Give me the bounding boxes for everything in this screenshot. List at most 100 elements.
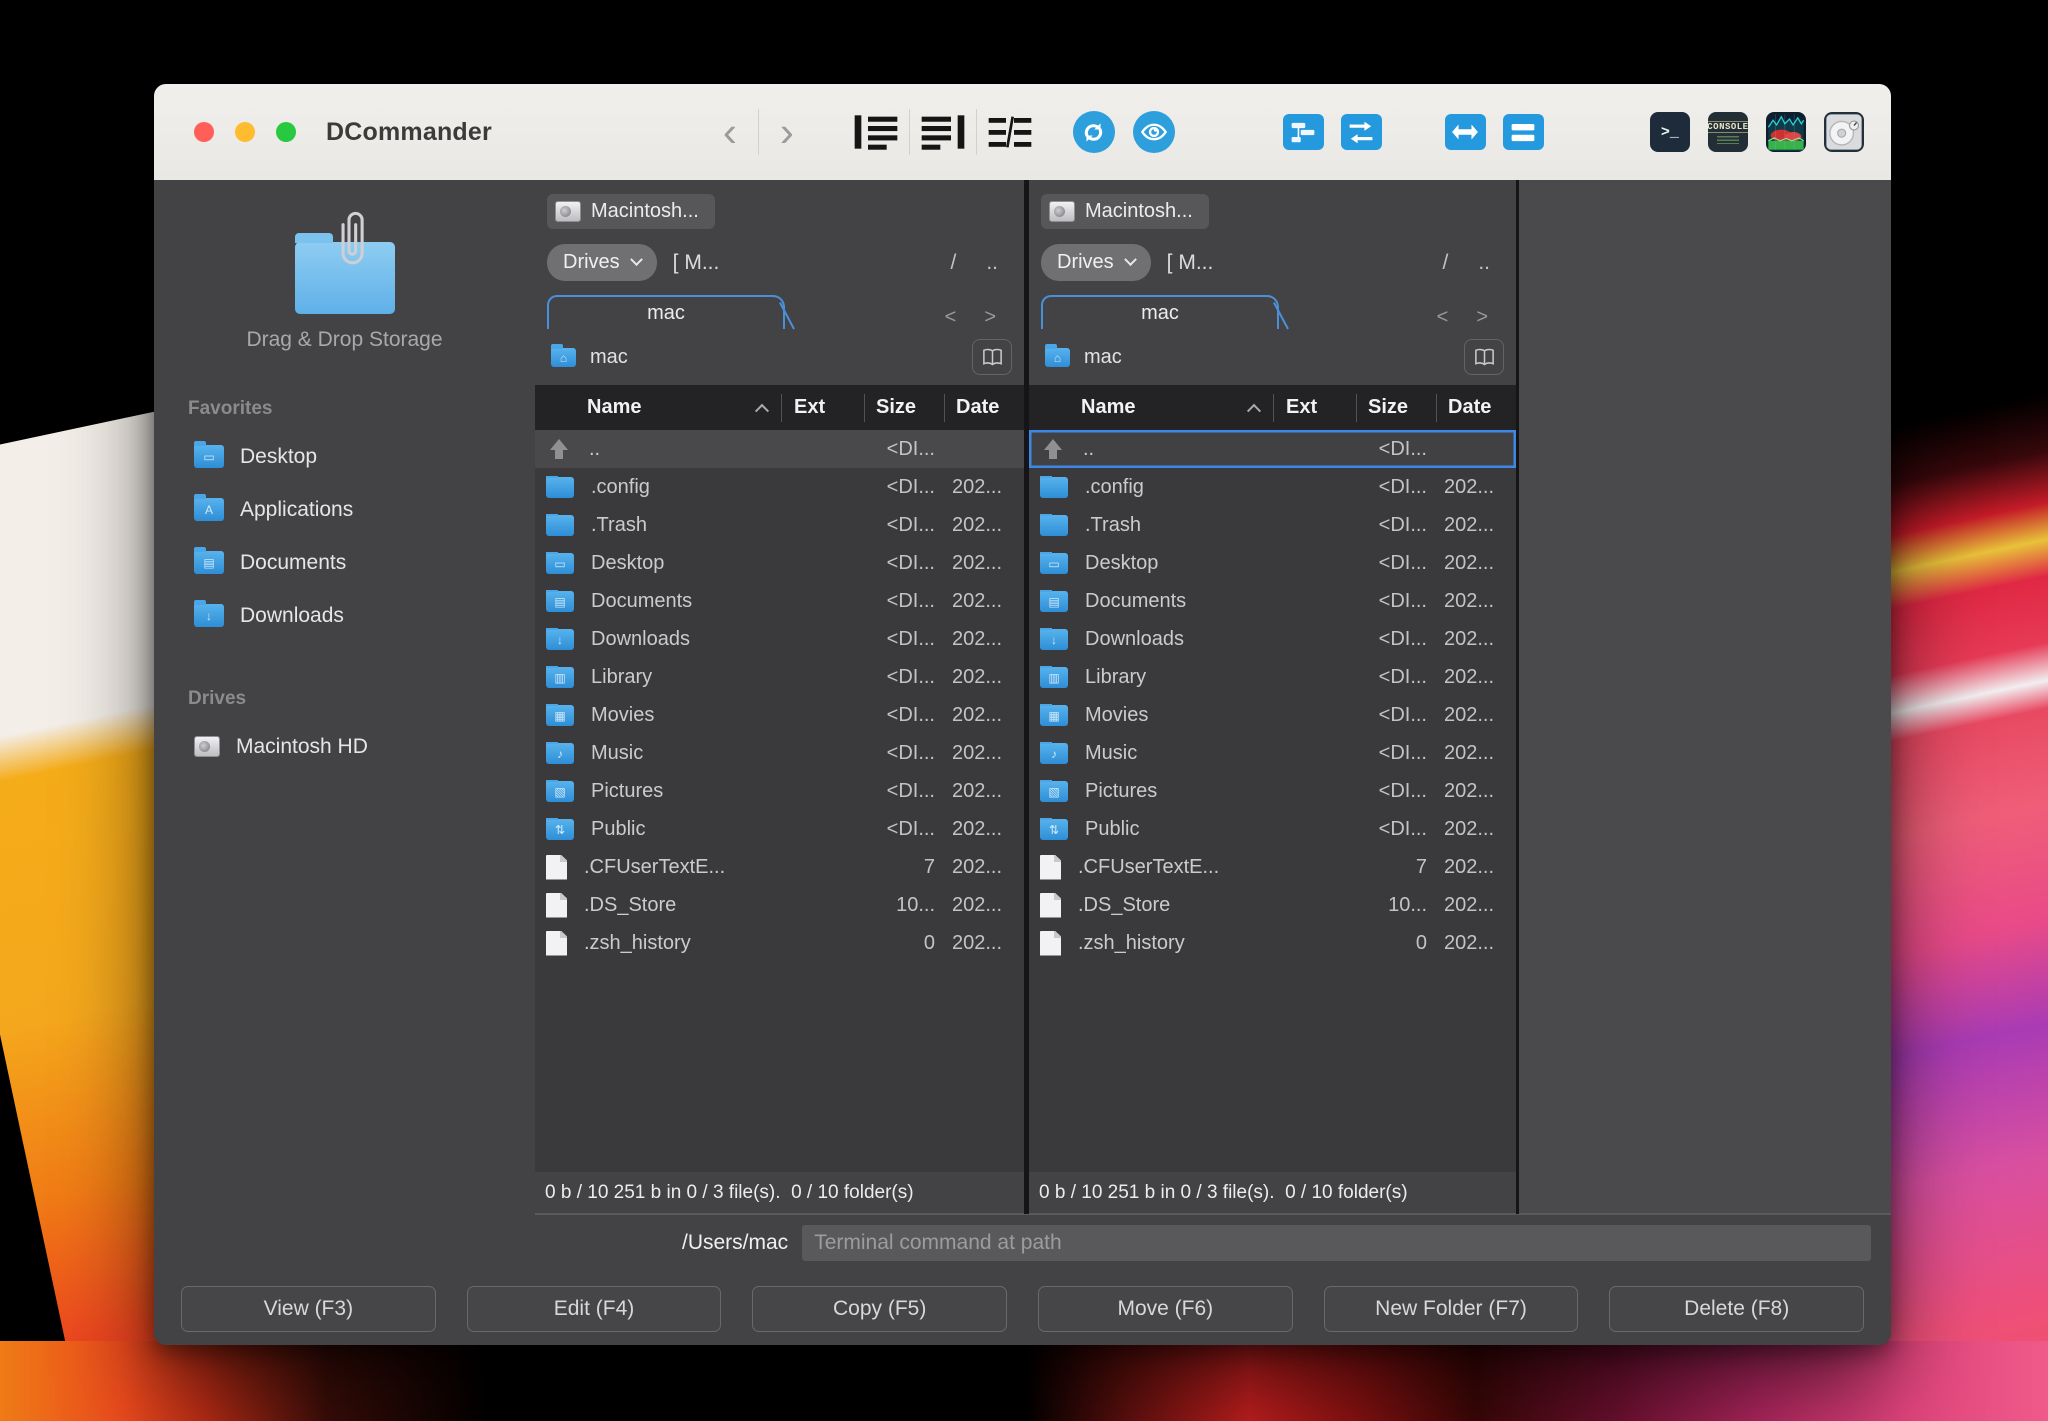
panel-left-up-button[interactable]: .. bbox=[986, 251, 998, 275]
table-row[interactable]: .zsh_history0202... bbox=[535, 924, 1024, 962]
panel-right-cell-name: ⇅Public bbox=[1029, 818, 1273, 841]
table-row[interactable]: .config<DI...202... bbox=[535, 468, 1024, 506]
table-row[interactable]: .DS_Store10...202... bbox=[535, 886, 1024, 924]
copy-f5-button[interactable]: Copy (F5) bbox=[752, 1286, 1007, 1332]
terminal-command-input[interactable] bbox=[802, 1225, 1871, 1261]
folder-icon bbox=[1040, 477, 1068, 498]
back-button[interactable]: ‹ bbox=[710, 106, 750, 158]
table-row[interactable]: ▧Pictures<DI...202... bbox=[1029, 772, 1516, 810]
panel-left-cell-name: ▧Pictures bbox=[535, 780, 781, 803]
table-row[interactable]: .zsh_history0202... bbox=[1029, 924, 1516, 962]
panel-right-column-header-date[interactable]: Date bbox=[1436, 394, 1516, 422]
brief-view-icon[interactable] bbox=[853, 114, 899, 150]
panel-left-cell-date: 202... bbox=[944, 780, 1024, 803]
refresh-icon[interactable] bbox=[1073, 111, 1115, 153]
table-row[interactable]: .DS_Store10...202... bbox=[1029, 886, 1516, 924]
view-f3-button[interactable]: View (F3) bbox=[181, 1286, 436, 1332]
panel-right-column-header-ext[interactable]: Ext bbox=[1273, 394, 1356, 422]
panel-left-bookmarks-button[interactable] bbox=[972, 339, 1012, 375]
panel-left-column-header-date[interactable]: Date bbox=[944, 394, 1024, 422]
panel-left-tab-mac[interactable]: mac bbox=[547, 295, 785, 329]
table-row[interactable]: .config<DI...202... bbox=[1029, 468, 1516, 506]
panel-right-column-header-name[interactable]: Name bbox=[1029, 394, 1273, 422]
table-row[interactable]: ↓Downloads<DI...202... bbox=[1029, 620, 1516, 658]
zoom-button[interactable] bbox=[276, 122, 296, 142]
panel-left-column-header-name[interactable]: Name bbox=[535, 394, 781, 422]
table-row[interactable]: ▦Movies<DI...202... bbox=[535, 696, 1024, 734]
close-button[interactable] bbox=[194, 122, 214, 142]
forward-button[interactable]: › bbox=[767, 106, 807, 158]
dragdrop-storage[interactable]: Drag & Drop Storage bbox=[154, 220, 535, 352]
activity-monitor-app-icon[interactable] bbox=[1766, 112, 1806, 152]
panel-left-tab-label: mac bbox=[647, 302, 685, 325]
console-app-icon[interactable]: CONSOLE bbox=[1708, 112, 1748, 152]
table-row[interactable]: ..<DI... bbox=[535, 430, 1024, 468]
panel-right-history-back-button[interactable]: < bbox=[1437, 306, 1449, 329]
panel-left-cell-size: <DI... bbox=[864, 704, 944, 727]
delete-f8-button[interactable]: Delete (F8) bbox=[1609, 1286, 1864, 1332]
panel-right-tab-mac[interactable]: mac bbox=[1041, 295, 1279, 329]
table-row[interactable]: ▤Documents<DI...202... bbox=[535, 582, 1024, 620]
edit-f4-button[interactable]: Edit (F4) bbox=[467, 1286, 722, 1332]
panel-right-drive-button[interactable]: Macintosh... bbox=[1041, 194, 1209, 229]
terminal-app-icon[interactable]: >_ bbox=[1650, 112, 1690, 152]
panel-left-root-button[interactable]: / bbox=[950, 251, 956, 275]
sidebar-section-favorites: Favorites▭DesktopAApplications▤Documents… bbox=[154, 398, 535, 642]
panel-right-cell-size: <DI... bbox=[1356, 476, 1436, 499]
table-row[interactable]: .Trash<DI...202... bbox=[535, 506, 1024, 544]
table-row[interactable]: ▥Library<DI...202... bbox=[535, 658, 1024, 696]
tree-view-icon[interactable] bbox=[1283, 114, 1324, 150]
table-row[interactable]: ↓Downloads<DI...202... bbox=[535, 620, 1024, 658]
split-view-icon[interactable] bbox=[987, 114, 1033, 150]
panel-left-cell-name: ▭Desktop bbox=[535, 552, 781, 575]
table-row[interactable]: ▦Movies<DI...202... bbox=[1029, 696, 1516, 734]
sidebar-item-macintosh-hd[interactable]: Macintosh HD bbox=[154, 720, 535, 773]
table-row[interactable]: ⇅Public<DI...202... bbox=[1029, 810, 1516, 848]
panel-left-cell-name: .. bbox=[535, 438, 781, 461]
table-row[interactable]: ▥Library<DI...202... bbox=[1029, 658, 1516, 696]
table-row[interactable]: ♪Music<DI...202... bbox=[1029, 734, 1516, 772]
table-row[interactable]: ⇅Public<DI...202... bbox=[535, 810, 1024, 848]
panel-left-file-name: Downloads bbox=[591, 628, 690, 651]
panel-left-history-forward-button[interactable]: > bbox=[984, 306, 996, 329]
panel-right-drives-dropdown[interactable]: Drives bbox=[1041, 244, 1151, 281]
panel-right-column-header-size[interactable]: Size bbox=[1356, 394, 1436, 422]
panel-left-column-header-ext[interactable]: Ext bbox=[781, 394, 864, 422]
panel-right-history-forward-button[interactable]: > bbox=[1476, 306, 1488, 329]
sidebar-item-downloads[interactable]: ↓Downloads bbox=[154, 589, 535, 642]
table-row[interactable]: ♪Music<DI...202... bbox=[535, 734, 1024, 772]
full-view-icon[interactable] bbox=[920, 114, 966, 150]
panel-left-column-header-size[interactable]: Size bbox=[864, 394, 944, 422]
panel-left-drive-button[interactable]: Macintosh... bbox=[547, 194, 715, 229]
horizontal-split-icon[interactable] bbox=[1503, 114, 1544, 150]
folder-documents-icon: ▤ bbox=[546, 591, 574, 612]
table-row[interactable]: ▧Pictures<DI...202... bbox=[535, 772, 1024, 810]
preview-eye-icon[interactable] bbox=[1133, 111, 1175, 153]
table-row[interactable]: ..<DI... bbox=[1029, 430, 1516, 468]
panel-left-cell-size: 0 bbox=[864, 932, 944, 955]
swap-panels-icon[interactable] bbox=[1445, 114, 1486, 150]
panel-right-root-button[interactable]: / bbox=[1442, 251, 1448, 275]
panel-left-drives-dropdown[interactable]: Drives bbox=[547, 244, 657, 281]
folder-icon bbox=[546, 477, 574, 498]
sidebar-item-applications[interactable]: AApplications bbox=[154, 483, 535, 536]
move-f6-button[interactable]: Move (F6) bbox=[1038, 1286, 1293, 1332]
panel-right-up-button[interactable]: .. bbox=[1478, 251, 1490, 275]
sidebar-item-desktop[interactable]: ▭Desktop bbox=[154, 430, 535, 483]
disk-utility-app-icon[interactable] bbox=[1824, 112, 1864, 152]
panel-right-cell-date: 202... bbox=[1436, 666, 1516, 689]
table-row[interactable]: .CFUserTextE...7202... bbox=[535, 848, 1024, 886]
compare-dirs-icon[interactable] bbox=[1341, 114, 1382, 150]
table-row[interactable]: ▭Desktop<DI...202... bbox=[1029, 544, 1516, 582]
sidebar-item-documents[interactable]: ▤Documents bbox=[154, 536, 535, 589]
table-row[interactable]: .Trash<DI...202... bbox=[1029, 506, 1516, 544]
app-shortcut-group: >_ CONSOLE bbox=[1650, 112, 1864, 152]
panel-left-history-back-button[interactable]: < bbox=[945, 306, 957, 329]
minimize-button[interactable] bbox=[235, 122, 255, 142]
table-row[interactable]: ▭Desktop<DI...202... bbox=[535, 544, 1024, 582]
panel-right-bookmarks-button[interactable] bbox=[1464, 339, 1504, 375]
new-folder-f7-button[interactable]: New Folder (F7) bbox=[1324, 1286, 1579, 1332]
table-row[interactable]: ▤Documents<DI...202... bbox=[1029, 582, 1516, 620]
table-row[interactable]: .CFUserTextE...7202... bbox=[1029, 848, 1516, 886]
file-icon bbox=[546, 893, 567, 918]
